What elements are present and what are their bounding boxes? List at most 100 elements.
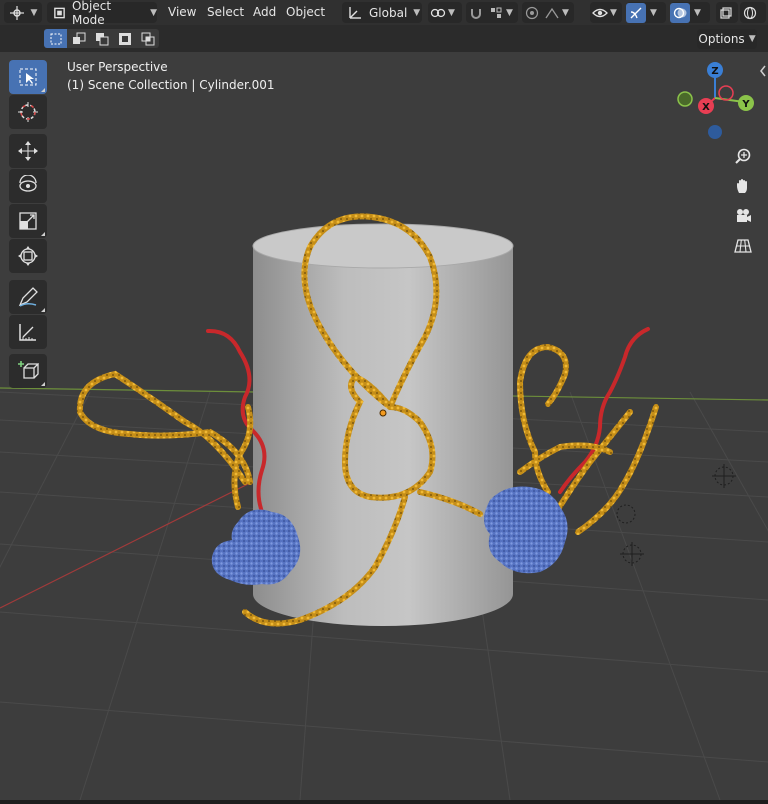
axes-cursor-icon (9, 5, 24, 20)
select-extend-button[interactable] (67, 29, 90, 48)
xray-icon (716, 3, 736, 23)
shading-solid-button[interactable] (740, 2, 766, 23)
mode-label: Object Mode (71, 0, 112, 27)
transform-icon (18, 246, 38, 266)
select-subtract-icon (95, 32, 108, 45)
select-box-icon (19, 68, 37, 86)
menu-add[interactable]: Add (253, 5, 276, 19)
menu-object[interactable]: Object (286, 5, 325, 19)
chevron-down-icon: ▼ (413, 7, 421, 18)
chevron-down-icon: ▼ (448, 7, 455, 18)
annotate-tool[interactable] (9, 280, 47, 314)
ortho-toggle-button[interactable] (730, 233, 756, 259)
neg-y-handle[interactable] (677, 91, 693, 107)
add-tools (9, 354, 49, 389)
chevron-down-icon: ▼ (650, 7, 657, 18)
protein-blob-left (211, 509, 301, 585)
orientation-dropdown[interactable]: Global ▼ (342, 2, 422, 23)
y-axis-label: Y (741, 99, 750, 110)
visibility-dropdown[interactable]: ▼ (590, 2, 622, 23)
chevron-down-icon: ▼ (610, 7, 617, 18)
sidebar-toggle[interactable] (758, 64, 768, 84)
orientation-label: Global (369, 5, 408, 20)
selection-mode-group (44, 29, 159, 48)
options-label: Options (698, 32, 745, 46)
move-tool[interactable] (9, 134, 47, 168)
camera-view-button[interactable] (730, 203, 756, 229)
scale-icon (19, 212, 37, 230)
snap-grid-icon (486, 3, 506, 23)
z-axis-label: Z (711, 66, 718, 77)
move-icon (18, 141, 38, 161)
measure-tool[interactable] (9, 315, 47, 349)
annotate-icon (18, 287, 38, 307)
bottom-border (0, 800, 768, 804)
select-new-button[interactable] (44, 29, 67, 48)
annotation-tools (9, 280, 49, 350)
origin-point (379, 409, 387, 417)
chevron-down-icon: ▼ (562, 7, 569, 18)
snap-group[interactable]: ▼ (466, 2, 518, 23)
chevron-down-icon: ▼ (150, 7, 157, 18)
gizmo-dropdown[interactable]: ▼ (626, 2, 666, 23)
chevron-down-icon: ▼ (694, 7, 701, 18)
transform-tool[interactable] (9, 239, 47, 273)
scene-canvas (0, 213, 768, 800)
chevron-down-icon: ▼ (506, 7, 513, 18)
transform-orientation-icon (349, 6, 361, 19)
select-intersect-icon (141, 32, 154, 45)
menu-select[interactable]: Select (207, 5, 244, 19)
menu-view[interactable]: View (168, 5, 196, 19)
x-axis-label: X (702, 102, 710, 113)
hand-icon (737, 179, 747, 193)
falloff-icon (542, 3, 562, 23)
neg-z-handle[interactable] (708, 125, 722, 139)
chevron-down-icon: ▼ (748, 34, 756, 44)
pan-button[interactable] (730, 173, 756, 199)
select-invert-icon (118, 32, 131, 45)
rotate-tool[interactable] (9, 169, 47, 203)
editor-type-button[interactable]: ▼ (4, 2, 42, 23)
rotate-icon (19, 175, 37, 192)
select-subtract-button[interactable] (90, 29, 113, 48)
tool-shelf (9, 60, 49, 130)
zoom-icon (735, 148, 751, 164)
object-mode-icon (54, 7, 65, 18)
select-invert-button[interactable] (113, 29, 136, 48)
camera-icon (737, 209, 751, 222)
mode-dropdown[interactable]: Object Mode ▼ (47, 0, 157, 27)
neg-x-handle[interactable] (718, 85, 734, 101)
zoom-button[interactable] (730, 143, 756, 169)
add-cube-tool[interactable] (9, 354, 47, 388)
wireframe-sphere-icon (740, 3, 760, 23)
gizmo-icon (626, 2, 646, 23)
tool-settings-bar: Options ▼ (0, 25, 768, 52)
select-new-icon (50, 33, 61, 44)
overlays-icon (670, 2, 690, 23)
proportional-edit-icon (522, 3, 542, 23)
magnet-icon (466, 3, 486, 23)
measure-icon (19, 324, 36, 341)
select-intersect-button[interactable] (136, 29, 159, 48)
grid-ortho-icon (734, 239, 752, 253)
scene-collection-label: (1) Scene Collection | Cylinder.001 (67, 78, 275, 92)
proportional-edit-group[interactable]: ▼ (522, 2, 574, 23)
eye-icon (590, 3, 610, 23)
cursor-tool[interactable] (9, 95, 47, 129)
transform-tools (9, 134, 49, 274)
view-perspective-label: User Perspective (67, 60, 168, 74)
select-box-tool[interactable] (9, 60, 47, 94)
chevron-left-icon (760, 65, 766, 77)
navigation-gizmo[interactable]: Z X Y (672, 58, 758, 142)
chevron-down-icon: ▼ (30, 7, 38, 18)
3d-viewport[interactable]: User Perspective (1) Scene Collection | … (0, 52, 768, 800)
viewport-header: ▼ Object Mode ▼ View Select Add Object G… (0, 0, 768, 27)
scale-tool[interactable] (9, 204, 47, 238)
link-icon (428, 3, 448, 23)
add-cube-icon (18, 361, 39, 379)
options-dropdown[interactable]: Options ▼ (697, 29, 757, 49)
cursor-icon (18, 102, 38, 122)
overlays-dropdown[interactable]: ▼ (670, 2, 710, 23)
xray-toggle[interactable] (716, 2, 738, 23)
pivot-point-dropdown[interactable]: ▼ (428, 2, 462, 23)
